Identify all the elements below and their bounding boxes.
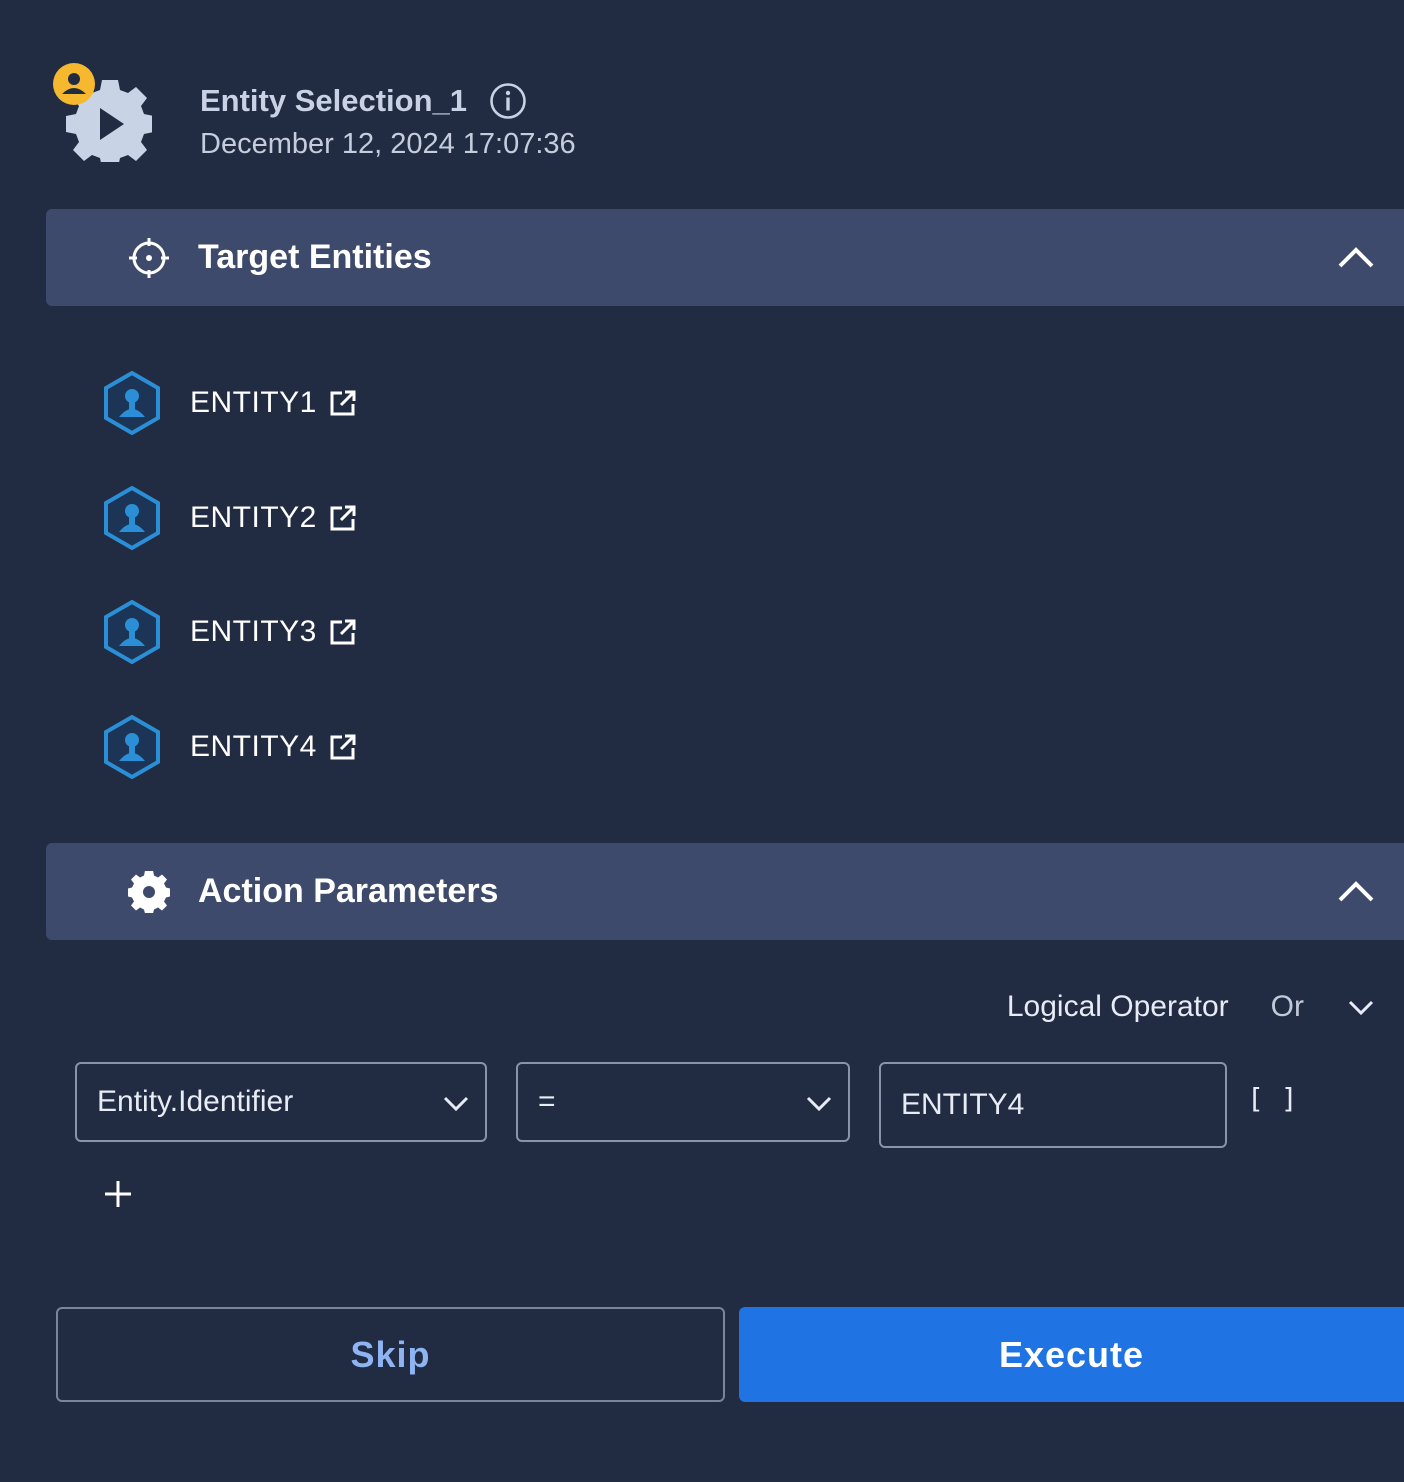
user-badge-icon — [53, 63, 95, 105]
value-input[interactable]: ENTITY4 — [879, 1062, 1227, 1148]
skip-button[interactable]: Skip — [56, 1307, 725, 1402]
value-input-text: ENTITY4 — [901, 1088, 1025, 1121]
entity-user-icon — [102, 485, 162, 551]
external-link-icon[interactable] — [329, 733, 357, 761]
logical-operator-row: Logical Operator Or — [1007, 990, 1376, 1024]
chevron-up-icon[interactable] — [1336, 238, 1376, 278]
target-entities-header[interactable]: Target Entities — [46, 209, 1404, 306]
action-parameters-header[interactable]: Action Parameters — [46, 843, 1404, 940]
entity-row: ENTITY4 — [102, 714, 357, 780]
info-icon[interactable] — [489, 82, 527, 120]
entity-label[interactable]: ENTITY4 — [190, 730, 317, 764]
chevron-down-icon — [804, 1088, 834, 1118]
chevron-down-icon[interactable] — [1346, 992, 1376, 1022]
entity-label[interactable]: ENTITY2 — [190, 501, 317, 535]
external-link-icon[interactable] — [329, 618, 357, 646]
external-link-icon[interactable] — [329, 389, 357, 417]
gear-icon — [128, 870, 170, 913]
entity-row: ENTITY2 — [102, 485, 357, 551]
chevron-up-icon[interactable] — [1336, 872, 1376, 912]
brackets-button[interactable]: [ ] — [1247, 1082, 1298, 1115]
field-select[interactable]: Entity.Identifier — [75, 1062, 487, 1142]
operator-select[interactable]: = — [516, 1062, 850, 1142]
playbook-action-panel: Entity Selection_1 December 12, 2024 17:… — [0, 0, 1404, 1482]
entity-row: ENTITY1 — [102, 370, 357, 436]
chevron-down-icon — [441, 1088, 471, 1118]
external-link-icon[interactable] — [329, 504, 357, 532]
entity-user-icon — [102, 370, 162, 436]
logical-operator-value[interactable]: Or — [1271, 990, 1304, 1024]
logical-operator-label: Logical Operator — [1006, 990, 1229, 1023]
operator-select-value: = — [538, 1085, 556, 1118]
page-title: Entity Selection_1 — [200, 83, 468, 118]
field-select-value: Entity.Identifier — [97, 1085, 294, 1118]
action-parameters-title: Action Parameters — [198, 872, 499, 910]
timestamp: December 12, 2024 17:07:36 — [200, 128, 576, 160]
add-condition-icon[interactable] — [102, 1178, 134, 1210]
entity-user-icon — [102, 714, 162, 780]
title-row: Entity Selection_1 — [200, 82, 527, 120]
target-entities-title: Target Entities — [198, 238, 432, 276]
crosshair-icon — [128, 237, 170, 279]
entity-user-icon — [102, 599, 162, 665]
entity-label[interactable]: ENTITY3 — [190, 615, 317, 649]
gear-play-icon — [52, 62, 154, 168]
execute-button[interactable]: Execute — [739, 1307, 1404, 1402]
entity-label[interactable]: ENTITY1 — [190, 386, 317, 420]
entity-row: ENTITY3 — [102, 599, 357, 665]
